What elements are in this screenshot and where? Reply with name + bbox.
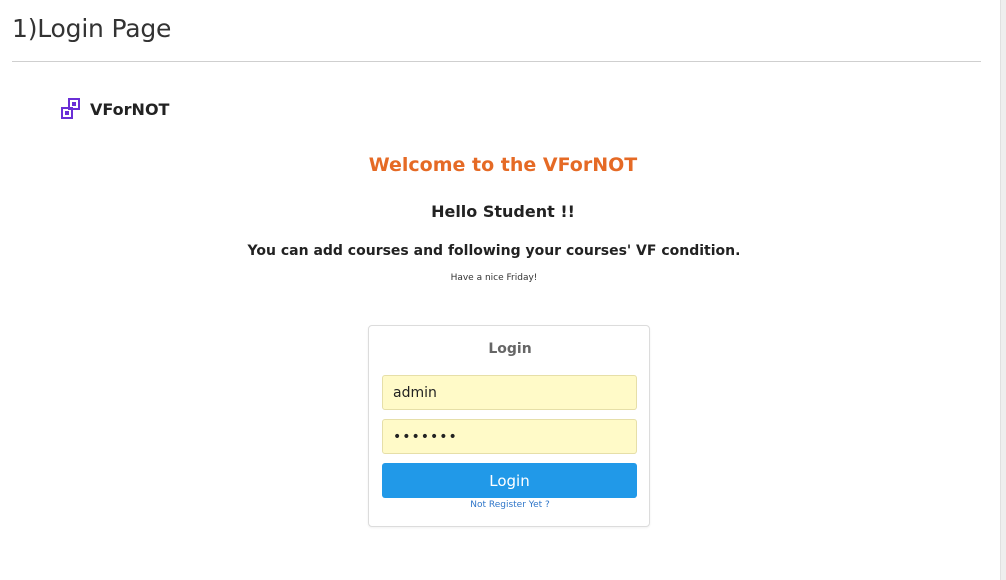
password-input[interactable] [382, 419, 637, 454]
brand-name: VForNOT [90, 99, 170, 119]
welcome-title: Welcome to the VForNOT [368, 154, 638, 176]
register-link[interactable]: Not Register Yet ? [369, 500, 651, 510]
greeting-text: Hello Student !! [431, 202, 575, 221]
page: 1)Login Page VForNOT Welcome to the VFor… [0, 0, 1006, 580]
heading-divider [12, 61, 981, 62]
brand-logo[interactable]: VForNOT [60, 98, 169, 120]
scrollbar-track[interactable] [1000, 0, 1006, 580]
username-input[interactable] [382, 375, 637, 410]
document-heading: 1)Login Page [12, 14, 172, 43]
squares-logo-icon [60, 98, 82, 120]
login-button[interactable]: Login [382, 463, 637, 498]
login-card: Login Login Not Register Yet ? [368, 325, 650, 527]
intro-text: You can add courses and following your c… [247, 243, 741, 259]
login-card-title: Login [488, 341, 532, 357]
day-wish-text: Have a nice Friday! [450, 273, 538, 283]
